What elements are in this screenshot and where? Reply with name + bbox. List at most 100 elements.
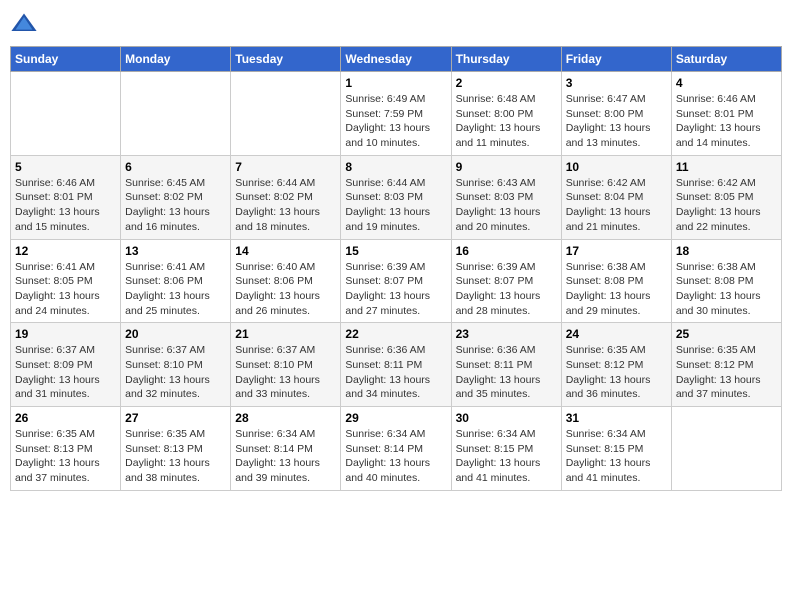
calendar-cell: 2 Sunrise: 6:48 AMSunset: 8:00 PMDaylight…: [451, 72, 561, 156]
column-header-tuesday: Tuesday: [231, 47, 341, 72]
day-number: 31: [566, 411, 667, 425]
day-number: 9: [456, 160, 557, 174]
day-info: Sunrise: 6:34 AMSunset: 8:15 PMDaylight:…: [456, 427, 557, 486]
day-number: 29: [345, 411, 446, 425]
day-number: 17: [566, 244, 667, 258]
day-info: Sunrise: 6:37 AMSunset: 8:10 PMDaylight:…: [235, 343, 336, 402]
calendar-cell: 6 Sunrise: 6:45 AMSunset: 8:02 PMDaylight…: [121, 155, 231, 239]
calendar-cell: 31 Sunrise: 6:34 AMSunset: 8:15 PMDayligh…: [561, 407, 671, 491]
day-number: 22: [345, 327, 446, 341]
day-number: 15: [345, 244, 446, 258]
calendar-cell: 21 Sunrise: 6:37 AMSunset: 8:10 PMDayligh…: [231, 323, 341, 407]
calendar-cell: 13Sunrise: 6:41 AMSunset: 8:06 PMDayligh…: [121, 239, 231, 323]
day-info: Sunrise: 6:48 AMSunset: 8:00 PMDaylight:…: [456, 92, 557, 151]
calendar-cell: 17 Sunrise: 6:38 AMSunset: 8:08 PMDayligh…: [561, 239, 671, 323]
calendar-cell: 23 Sunrise: 6:36 AMSunset: 8:11 PMDayligh…: [451, 323, 561, 407]
calendar-week-row: 5 Sunrise: 6:46 AMSunset: 8:01 PMDaylight…: [11, 155, 782, 239]
day-number: 12: [15, 244, 116, 258]
calendar-cell: [121, 72, 231, 156]
day-number: 10: [566, 160, 667, 174]
day-number: 24: [566, 327, 667, 341]
day-info: Sunrise: 6:38 AMSunset: 8:08 PMDaylight:…: [676, 260, 777, 319]
logo-icon: [10, 10, 38, 38]
day-info: Sunrise: 6:37 AMSunset: 8:09 PMDaylight:…: [15, 343, 116, 402]
day-info: Sunrise: 6:47 AMSunset: 8:00 PMDaylight:…: [566, 92, 667, 151]
day-number: 6: [125, 160, 226, 174]
column-header-sunday: Sunday: [11, 47, 121, 72]
calendar-cell: 10 Sunrise: 6:42 AMSunset: 8:04 PMDayligh…: [561, 155, 671, 239]
calendar-cell: 25Sunrise: 6:35 AMSunset: 8:12 PMDayligh…: [671, 323, 781, 407]
calendar-cell: 1 Sunrise: 6:49 AMSunset: 7:59 PMDaylight…: [341, 72, 451, 156]
calendar-cell: 19 Sunrise: 6:37 AMSunset: 8:09 PMDayligh…: [11, 323, 121, 407]
day-info: Sunrise: 6:44 AMSunset: 8:03 PMDaylight:…: [345, 176, 446, 235]
day-number: 21: [235, 327, 336, 341]
calendar-cell: 7Sunrise: 6:44 AMSunset: 8:02 PMDaylight…: [231, 155, 341, 239]
calendar-week-row: 26 Sunrise: 6:35 AMSunset: 8:13 PMDayligh…: [11, 407, 782, 491]
day-number: 5: [15, 160, 116, 174]
day-number: 20: [125, 327, 226, 341]
day-number: 3: [566, 76, 667, 90]
day-number: 26: [15, 411, 116, 425]
calendar-cell: [671, 407, 781, 491]
calendar-cell: 27 Sunrise: 6:35 AMSunset: 8:13 PMDayligh…: [121, 407, 231, 491]
calendar-cell: 3 Sunrise: 6:47 AMSunset: 8:00 PMDaylight…: [561, 72, 671, 156]
day-number: 27: [125, 411, 226, 425]
column-header-wednesday: Wednesday: [341, 47, 451, 72]
day-number: 1: [345, 76, 446, 90]
day-info: Sunrise: 6:45 AMSunset: 8:02 PMDaylight:…: [125, 176, 226, 235]
day-info: Sunrise: 6:43 AMSunset: 8:03 PMDaylight:…: [456, 176, 557, 235]
day-info: Sunrise: 6:34 AMSunset: 8:15 PMDaylight:…: [566, 427, 667, 486]
calendar-cell: 28Sunrise: 6:34 AMSunset: 8:14 PMDayligh…: [231, 407, 341, 491]
day-info: Sunrise: 6:37 AMSunset: 8:10 PMDaylight:…: [125, 343, 226, 402]
day-number: 2: [456, 76, 557, 90]
calendar-week-row: 19 Sunrise: 6:37 AMSunset: 8:09 PMDayligh…: [11, 323, 782, 407]
day-number: 25: [676, 327, 777, 341]
day-number: 23: [456, 327, 557, 341]
calendar-cell: 11 Sunrise: 6:42 AMSunset: 8:05 PMDayligh…: [671, 155, 781, 239]
day-info: Sunrise: 6:46 AMSunset: 8:01 PMDaylight:…: [15, 176, 116, 235]
day-number: 28: [235, 411, 336, 425]
calendar-cell: 5 Sunrise: 6:46 AMSunset: 8:01 PMDaylight…: [11, 155, 121, 239]
day-number: 30: [456, 411, 557, 425]
calendar-cell: [11, 72, 121, 156]
calendar-cell: 14 Sunrise: 6:40 AMSunset: 8:06 PMDayligh…: [231, 239, 341, 323]
calendar-cell: 20 Sunrise: 6:37 AMSunset: 8:10 PMDayligh…: [121, 323, 231, 407]
day-number: 7: [235, 160, 336, 174]
day-info: Sunrise: 6:46 AMSunset: 8:01 PMDaylight:…: [676, 92, 777, 151]
day-info: Sunrise: 6:35 AMSunset: 8:13 PMDaylight:…: [125, 427, 226, 486]
day-info: Sunrise: 6:38 AMSunset: 8:08 PMDaylight:…: [566, 260, 667, 319]
calendar-cell: 30 Sunrise: 6:34 AMSunset: 8:15 PMDayligh…: [451, 407, 561, 491]
calendar-cell: 26 Sunrise: 6:35 AMSunset: 8:13 PMDayligh…: [11, 407, 121, 491]
calendar-cell: 9 Sunrise: 6:43 AMSunset: 8:03 PMDaylight…: [451, 155, 561, 239]
column-header-friday: Friday: [561, 47, 671, 72]
day-info: Sunrise: 6:36 AMSunset: 8:11 PMDaylight:…: [456, 343, 557, 402]
day-info: Sunrise: 6:41 AMSunset: 8:05 PMDaylight:…: [15, 260, 116, 319]
calendar-table: SundayMondayTuesdayWednesdayThursdayFrid…: [10, 46, 782, 491]
day-info: Sunrise: 6:34 AMSunset: 8:14 PMDaylight:…: [345, 427, 446, 486]
day-info: Sunrise: 6:35 AMSunset: 8:12 PMDaylight:…: [566, 343, 667, 402]
day-number: 19: [15, 327, 116, 341]
day-info: Sunrise: 6:42 AMSunset: 8:04 PMDaylight:…: [566, 176, 667, 235]
day-number: 8: [345, 160, 446, 174]
calendar-week-row: 1 Sunrise: 6:49 AMSunset: 7:59 PMDaylight…: [11, 72, 782, 156]
day-info: Sunrise: 6:49 AMSunset: 7:59 PMDaylight:…: [345, 92, 446, 151]
logo: [10, 10, 40, 38]
calendar-header-row: SundayMondayTuesdayWednesdayThursdayFrid…: [11, 47, 782, 72]
day-number: 11: [676, 160, 777, 174]
day-number: 18: [676, 244, 777, 258]
day-info: Sunrise: 6:39 AMSunset: 8:07 PMDaylight:…: [345, 260, 446, 319]
calendar-week-row: 12 Sunrise: 6:41 AMSunset: 8:05 PMDayligh…: [11, 239, 782, 323]
day-number: 14: [235, 244, 336, 258]
day-info: Sunrise: 6:40 AMSunset: 8:06 PMDaylight:…: [235, 260, 336, 319]
day-info: Sunrise: 6:42 AMSunset: 8:05 PMDaylight:…: [676, 176, 777, 235]
day-number: 13: [125, 244, 226, 258]
calendar-cell: 18 Sunrise: 6:38 AMSunset: 8:08 PMDayligh…: [671, 239, 781, 323]
calendar-cell: 22 Sunrise: 6:36 AMSunset: 8:11 PMDayligh…: [341, 323, 451, 407]
calendar-cell: 29 Sunrise: 6:34 AMSunset: 8:14 PMDayligh…: [341, 407, 451, 491]
day-info: Sunrise: 6:36 AMSunset: 8:11 PMDaylight:…: [345, 343, 446, 402]
day-info: Sunrise: 6:35 AMSunset: 8:13 PMDaylight:…: [15, 427, 116, 486]
day-number: 4: [676, 76, 777, 90]
day-info: Sunrise: 6:39 AMSunset: 8:07 PMDaylight:…: [456, 260, 557, 319]
day-number: 16: [456, 244, 557, 258]
column-header-saturday: Saturday: [671, 47, 781, 72]
